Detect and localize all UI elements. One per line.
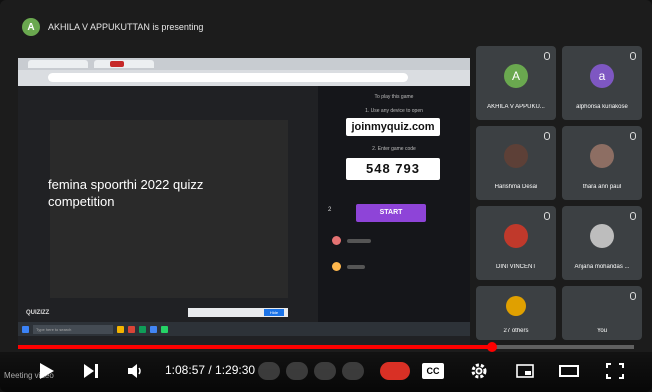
player-avatar-icon: [332, 236, 341, 245]
skip-next-icon: [84, 364, 98, 378]
address-bar: [48, 73, 408, 82]
participant-name: alphonsa kuriakose: [576, 104, 628, 110]
app-icon: [150, 325, 157, 333]
next-button[interactable]: [80, 358, 102, 384]
participant-avatar: a: [590, 64, 614, 88]
volume-button[interactable]: [124, 358, 146, 384]
quiz-player: [332, 236, 371, 245]
youtube-tab-icon: [110, 61, 124, 67]
player-count: 2: [328, 207, 332, 213]
quizizz-logo: QUIZIZZ: [26, 310, 50, 316]
participant-name: Anjana mohandas ...: [574, 264, 630, 270]
player-avatar-icon: [332, 262, 341, 271]
meet-camera-icon: [286, 362, 308, 380]
participant-name: 27 others: [503, 328, 529, 334]
mic-muted-icon: [630, 292, 636, 300]
presenter-banner: A AKHILA V APPUKUTTAN is presenting: [8, 14, 478, 40]
time-display: 1:08:57 / 1:29:30: [165, 363, 256, 377]
mic-muted-icon: [544, 212, 550, 220]
video-player[interactable]: A AKHILA V APPUKUTTAN is presenting femi…: [0, 0, 652, 392]
theater-mode-button[interactable]: [556, 358, 582, 384]
participant-tile: Harishma Desai: [476, 126, 556, 200]
quiz-instruction: 1. Use any device to open: [365, 108, 423, 114]
participant-photo: [504, 144, 528, 168]
browser-chrome: [18, 58, 470, 86]
participant-photo: [504, 224, 528, 248]
meet-captions-icon: [314, 362, 336, 380]
slide-title: femina spoorthi 2022 quizz competition: [48, 177, 204, 209]
play-icon: [40, 363, 54, 379]
participant-tile: DINI VINCENT: [476, 206, 556, 280]
game-code: 548 793: [346, 158, 440, 180]
play-button[interactable]: [36, 358, 58, 384]
participant-name: Harishma Desai: [494, 184, 538, 190]
meet-mic-icon: [258, 362, 280, 380]
participant-tile: Anjana mohandas ...: [562, 206, 642, 280]
participant-name: You: [596, 328, 608, 334]
theater-icon: [559, 365, 579, 377]
participant-photo: [590, 224, 614, 248]
participant-avatar: A: [504, 64, 528, 88]
fullscreen-icon: [606, 363, 624, 379]
meet-present-icon: [342, 362, 364, 380]
player-controls: Meeting video 1:08:57 / 1:29:30 CC: [0, 352, 652, 392]
progress-played: [18, 345, 493, 349]
browser-tab: [28, 60, 88, 68]
miniplayer-icon: [516, 364, 534, 378]
windows-taskbar: Type here to search: [18, 322, 470, 336]
participant-tile: a alphonsa kuriakose: [562, 46, 642, 120]
participant-name: thara ann paul: [582, 184, 622, 190]
quiz-player: [332, 262, 365, 271]
participant-tile: A AKHILA V APPUKU...: [476, 46, 556, 120]
miniplayer-button[interactable]: [512, 358, 538, 384]
participant-tile: thara ann paul: [562, 126, 642, 200]
player-name-bar: [347, 264, 365, 269]
presenter-banner-text: AKHILA V APPUKUTTAN is presenting: [48, 22, 204, 32]
mic-muted-icon: [544, 132, 550, 140]
presenter-avatar: A: [22, 18, 40, 36]
fullscreen-button[interactable]: [602, 358, 628, 384]
player-name-bar: [347, 238, 371, 243]
meet-hangup-icon: [380, 362, 410, 380]
folder-icon: [117, 325, 124, 333]
whatsapp-icon: [161, 325, 168, 333]
hide-notice-button: Hide: [264, 309, 284, 316]
windows-start-icon: [22, 325, 29, 333]
participant-name: AKHILA V APPUKU...: [487, 104, 545, 110]
others-avatar-icon: [506, 296, 526, 316]
scrubber-handle[interactable]: [487, 342, 498, 352]
browser-tabs: [18, 58, 470, 70]
volume-icon: [128, 364, 141, 378]
taskbar-search: Type here to search: [33, 324, 113, 334]
mic-muted-icon: [544, 52, 550, 60]
mic-muted-icon: [630, 212, 636, 220]
participant-photo: [590, 144, 614, 168]
mic-muted-icon: [630, 132, 636, 140]
browser-tab: [94, 60, 154, 68]
cc-icon: CC: [422, 363, 444, 379]
participant-name: DINI VINCENT: [495, 264, 536, 270]
quiz-join-panel: To play this game 1. Use any device to o…: [318, 86, 470, 334]
participant-tile-self: You: [562, 286, 642, 340]
captions-button[interactable]: CC: [420, 358, 446, 384]
gear-icon: [471, 363, 487, 379]
quiz-instruction: To play this game: [374, 94, 414, 100]
start-button: START: [356, 204, 426, 222]
app-icon: [139, 325, 146, 333]
participant-tile-others: 27 others: [476, 286, 556, 340]
progress-bar[interactable]: [18, 342, 634, 352]
mic-muted-icon: [630, 52, 636, 60]
shared-screen: femina spoorthi 2022 quizz competition T…: [18, 58, 470, 346]
quiz-instruction: 2. Enter game code: [372, 146, 416, 152]
chrome-icon: [128, 325, 135, 333]
join-url: joinmyquiz.com: [346, 118, 440, 136]
sharing-notice: Hide: [188, 308, 288, 317]
settings-button[interactable]: [466, 358, 492, 384]
